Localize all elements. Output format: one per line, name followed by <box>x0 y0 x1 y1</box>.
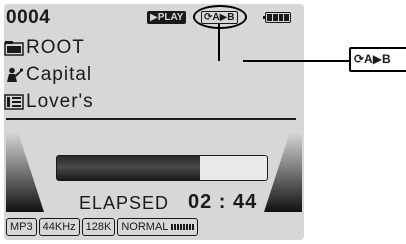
title-row: Lover's <box>4 91 94 113</box>
folder-row: ROOT <box>4 37 85 59</box>
battery-icon <box>263 12 291 23</box>
callout-highlight-ellipse <box>193 5 247 29</box>
artist-name: Capital <box>26 64 93 85</box>
equalizer-icon <box>171 224 195 230</box>
format-tag: MP3 <box>6 218 37 236</box>
bitrate-tag: 128K <box>81 218 116 236</box>
sample-rate-tag: 44KHz <box>38 218 80 236</box>
play-status-badge: ▶PLAY <box>147 11 187 24</box>
callout-leader-vertical <box>218 24 220 61</box>
eq-mode-label: NORMAL <box>121 221 169 233</box>
playback-progress-bar[interactable] <box>56 155 268 181</box>
elapsed-time: 02 : 44 <box>188 191 258 213</box>
song-title: Lover's <box>26 91 94 112</box>
track-number: 0004 <box>6 7 51 28</box>
song-title-icon <box>4 94 24 110</box>
divider-line <box>6 118 296 120</box>
callout-label: ⟳A▶B <box>349 47 406 72</box>
status-bar: MP3 44KHz 128K NORMAL <box>6 218 199 236</box>
artist-icon <box>7 67 24 82</box>
folder-name: ROOT <box>26 37 85 58</box>
eq-mode-tag: NORMAL <box>117 218 199 236</box>
player-screen: 0004 ▶PLAY ⟳A▶B ROOT Capital Lover's ELA… <box>4 4 304 240</box>
progress-fill <box>57 156 200 180</box>
elapsed-label: ELAPSED <box>79 193 170 213</box>
callout-leader-horizontal <box>243 60 349 62</box>
artist-row: Capital <box>4 64 92 86</box>
folder-icon <box>4 41 24 56</box>
right-volume-wedge-icon <box>264 132 302 212</box>
left-volume-wedge-icon <box>6 132 44 212</box>
